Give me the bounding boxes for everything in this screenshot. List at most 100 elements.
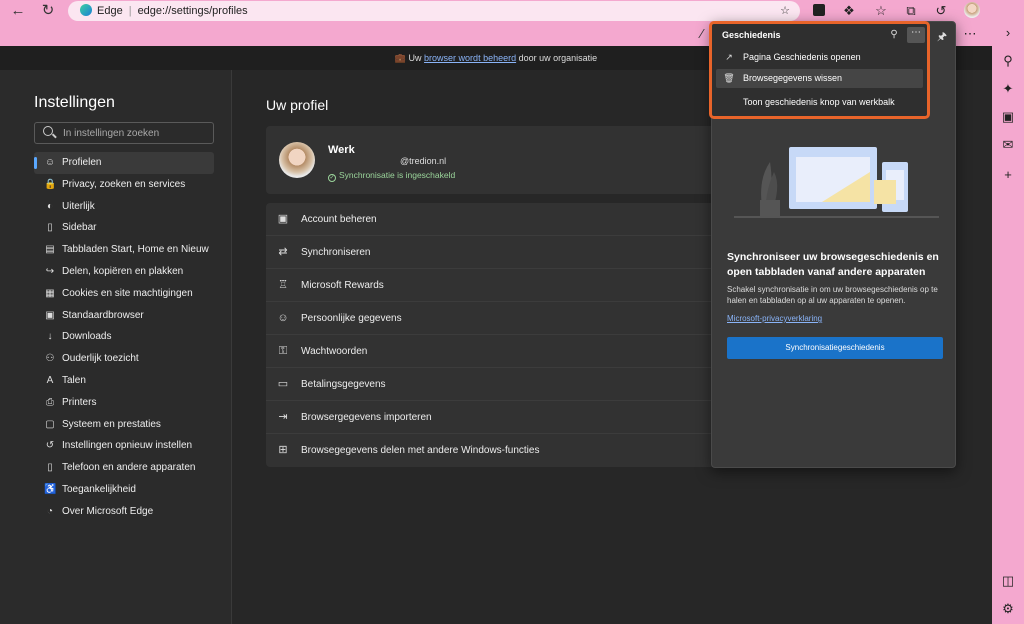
search-input[interactable] — [63, 126, 203, 140]
address-separator: | — [128, 5, 132, 17]
sidebar-item-label: Profielen — [62, 157, 102, 168]
menu-item-open-history[interactable]: ↗ Pagina Geschiedenis openen — [716, 48, 923, 67]
sidebar-item-label: Toegankelijkheid — [62, 483, 136, 495]
back-button[interactable]: ← — [8, 2, 28, 20]
menu-item-label: Browsegegevens wissen — [743, 73, 843, 83]
collections-icon[interactable]: ⧉ — [902, 2, 920, 20]
profile-menu-label: Browsergegevens importeren — [301, 412, 432, 423]
history-more-menu: Geschiedenis ⚲ ⋯ ↗ Pagina Geschiedenis op… — [709, 21, 930, 119]
puzzle-icon[interactable]: ❖ — [840, 2, 858, 20]
sidebar-item-printers[interactable]: ⎙ Printers — [34, 392, 214, 414]
sidebar-item-telefoon-en-andere-apparaten[interactable]: ▯ Telefoon en andere apparaten — [34, 457, 214, 479]
windows-icon: ⊞ — [278, 444, 288, 456]
phone-icon: ▯ — [47, 462, 53, 474]
sidebar-item-label: Tabbladen Start, Home en Nieuw — [62, 244, 209, 256]
favorite-star-icon[interactable]: ☆ — [780, 1, 790, 21]
copilot-icon[interactable]: ✦ — [999, 80, 1017, 98]
sidebar-item-ouderlijk-toezicht[interactable]: ⚇ Ouderlijk toezicht — [34, 348, 214, 370]
menu-item-label: Pagina Geschiedenis openen — [743, 52, 861, 62]
banner-suffix: door uw organisatie — [518, 53, 598, 63]
privacy-link[interactable]: Microsoft-privacyverklaring — [727, 314, 822, 323]
history-icon[interactable]: ↺ — [932, 2, 950, 20]
sidebar-item-standaardbrowser[interactable]: ▣ Standaardbrowser — [34, 305, 214, 327]
banner-link[interactable]: browser wordt beheerd — [424, 53, 516, 63]
profile-menu-label: Wachtwoorden — [301, 346, 368, 357]
profile-menu-label: Synchroniseren — [301, 247, 371, 258]
browser-toolbar: ← ↻ Edge | edge://settings/profiles ☆ ❖ ☆ … — [0, 0, 992, 22]
avatar — [279, 142, 315, 178]
lock-icon: 🔒 — [44, 178, 57, 190]
favorites-icon[interactable]: ☆ — [872, 2, 890, 20]
account-icon: ▣ — [277, 213, 289, 225]
sync-history-button[interactable]: Synchronisatiegeschiedenis — [727, 337, 943, 359]
profile-email: @tredion.nl — [400, 156, 447, 166]
profile-menu-item[interactable]: ♖ Microsoft Rewards — [266, 269, 716, 302]
profile-menu-item[interactable]: ▣ Account beheren — [266, 203, 716, 236]
profile-menu-item[interactable]: ⇄ Synchroniseren — [266, 236, 716, 269]
page-title: Uw profiel — [266, 97, 329, 113]
chevron-right-icon[interactable]: › — [999, 24, 1017, 42]
sidebar-item-label: Printers — [62, 396, 97, 408]
extension-icon[interactable] — [810, 2, 828, 20]
sidebar-item-uiterlijk[interactable]: ◐ Uiterlijk — [34, 196, 214, 218]
accessibility-icon: ♿ — [44, 483, 57, 495]
card-icon: ▭ — [277, 378, 289, 390]
sidebar-item-downloads[interactable]: ↓ Downloads — [34, 326, 214, 348]
sidebar-item-talen[interactable]: A Talen — [34, 370, 214, 392]
sidebar-icon: ▯ — [47, 222, 53, 234]
sidebar-item-label: Uiterlijk — [62, 200, 95, 212]
profile-menu-item[interactable]: ⊞ Browsegegevens delen met andere Windows… — [266, 434, 716, 467]
sidebar-item-label: Instellingen opnieuw instellen — [62, 440, 193, 452]
menu-item-clear-data[interactable]: 🗑 Browsegegevens wissen — [716, 69, 923, 88]
menu-item-show-history-button[interactable]: Toon geschiedenis knop van werkbalk — [716, 93, 923, 112]
gear-icon[interactable]: ⚙ — [999, 600, 1017, 618]
edge-icon — [80, 4, 92, 16]
profile-avatar[interactable] — [964, 2, 982, 20]
import-icon: ⇥ — [278, 411, 288, 423]
profile-menu-item[interactable]: ☺ Persoonlijke gegevens — [266, 302, 716, 335]
sidebar-item-cookies-en-site-machtigingen[interactable]: ▦ Cookies en site machtigingen — [34, 283, 214, 305]
sync-illustration-icon — [734, 147, 939, 218]
sidebar-item-instellingen-opnieuw-instellen[interactable]: ↺ Instellingen opnieuw instellen — [34, 435, 214, 457]
sidebar-item-toegankelijkheid[interactable]: ♿ Toegankelijkheid — [34, 479, 214, 501]
address-bar[interactable]: Edge | edge://settings/profiles ☆ — [68, 1, 800, 21]
sidebar-item-systeem-en-prestaties[interactable]: ▢ Systeem en prestaties — [34, 414, 214, 436]
sidebar-item-sidebar[interactable]: ▯ Sidebar — [34, 217, 214, 239]
trash-icon: 🗑 — [723, 73, 735, 83]
open-external-icon: ↗ — [725, 52, 733, 62]
sidebar-item-delen-kopi-ren-en-plakken[interactable]: ↪ Delen, kopiëren en plakken — [34, 261, 214, 283]
sidebar-item-tabbladen-start-home-en-nieuw[interactable]: ▤ Tabbladen Start, Home en Nieuw — [34, 239, 214, 261]
sidebar-item-privacy-zoeken-en-services[interactable]: 🔒 Privacy, zoeken en services — [34, 174, 214, 196]
printer-icon: ⎙ — [46, 396, 54, 408]
cookie-icon: ▦ — [45, 287, 55, 299]
settings-nav: Instellingen ☺ Profielen 🔒 Privacy, zoeken … — [0, 70, 232, 624]
profile-menu: ▣ Account beheren ⇄ Synchroniseren ♖ Microsof… — [266, 203, 716, 467]
sidebar-toggle-icon[interactable]: ◫ — [999, 572, 1017, 590]
outlook-icon[interactable]: ✉ — [999, 136, 1017, 154]
search-icon[interactable]: ⚲ — [999, 52, 1017, 70]
profile-menu-item[interactable]: ▭ Betalingsgegevens — [266, 368, 716, 401]
person-icon: ☺ — [277, 312, 289, 324]
tabs-icon: ▤ — [45, 244, 55, 256]
sidebar-item-label: Talen — [62, 374, 86, 386]
search-icon[interactable]: ⚲ — [888, 29, 900, 41]
refresh-button[interactable]: ↻ — [38, 2, 58, 20]
sidebar-item-over-microsoft-edge[interactable]: ◔ Over Microsoft Edge — [34, 501, 214, 523]
profile-menu-item[interactable]: ⚿ Wachtwoorden — [266, 335, 716, 368]
profile-menu-item[interactable]: ⇥ Browsergegevens importeren — [266, 401, 716, 434]
settings-search[interactable] — [34, 122, 214, 144]
profile-card: Werk @tredion.nl ✓ Synchronisatie is inge… — [266, 126, 716, 194]
sync-status: ✓ Synchronisatie is ingeschakeld — [328, 170, 455, 182]
search-icon — [43, 126, 53, 136]
history-title: Geschiedenis — [722, 30, 781, 40]
sidebar-item-label: Downloads — [62, 331, 112, 343]
office-icon[interactable]: ▣ — [999, 108, 1017, 126]
more-icon[interactable]: ⋯ — [961, 25, 979, 43]
pin-icon[interactable]: 🖈 — [937, 28, 947, 47]
add-icon[interactable]: + — [999, 166, 1017, 184]
trophy-icon: ♖ — [278, 279, 288, 291]
sidebar-item-label: Standaardbrowser — [62, 309, 144, 321]
sidebar-item-profielen[interactable]: ☺ Profielen — [34, 152, 214, 174]
sidebar-item-label: Telefoon en andere apparaten — [62, 462, 196, 474]
more-options-icon[interactable]: ⋯ — [907, 27, 925, 43]
